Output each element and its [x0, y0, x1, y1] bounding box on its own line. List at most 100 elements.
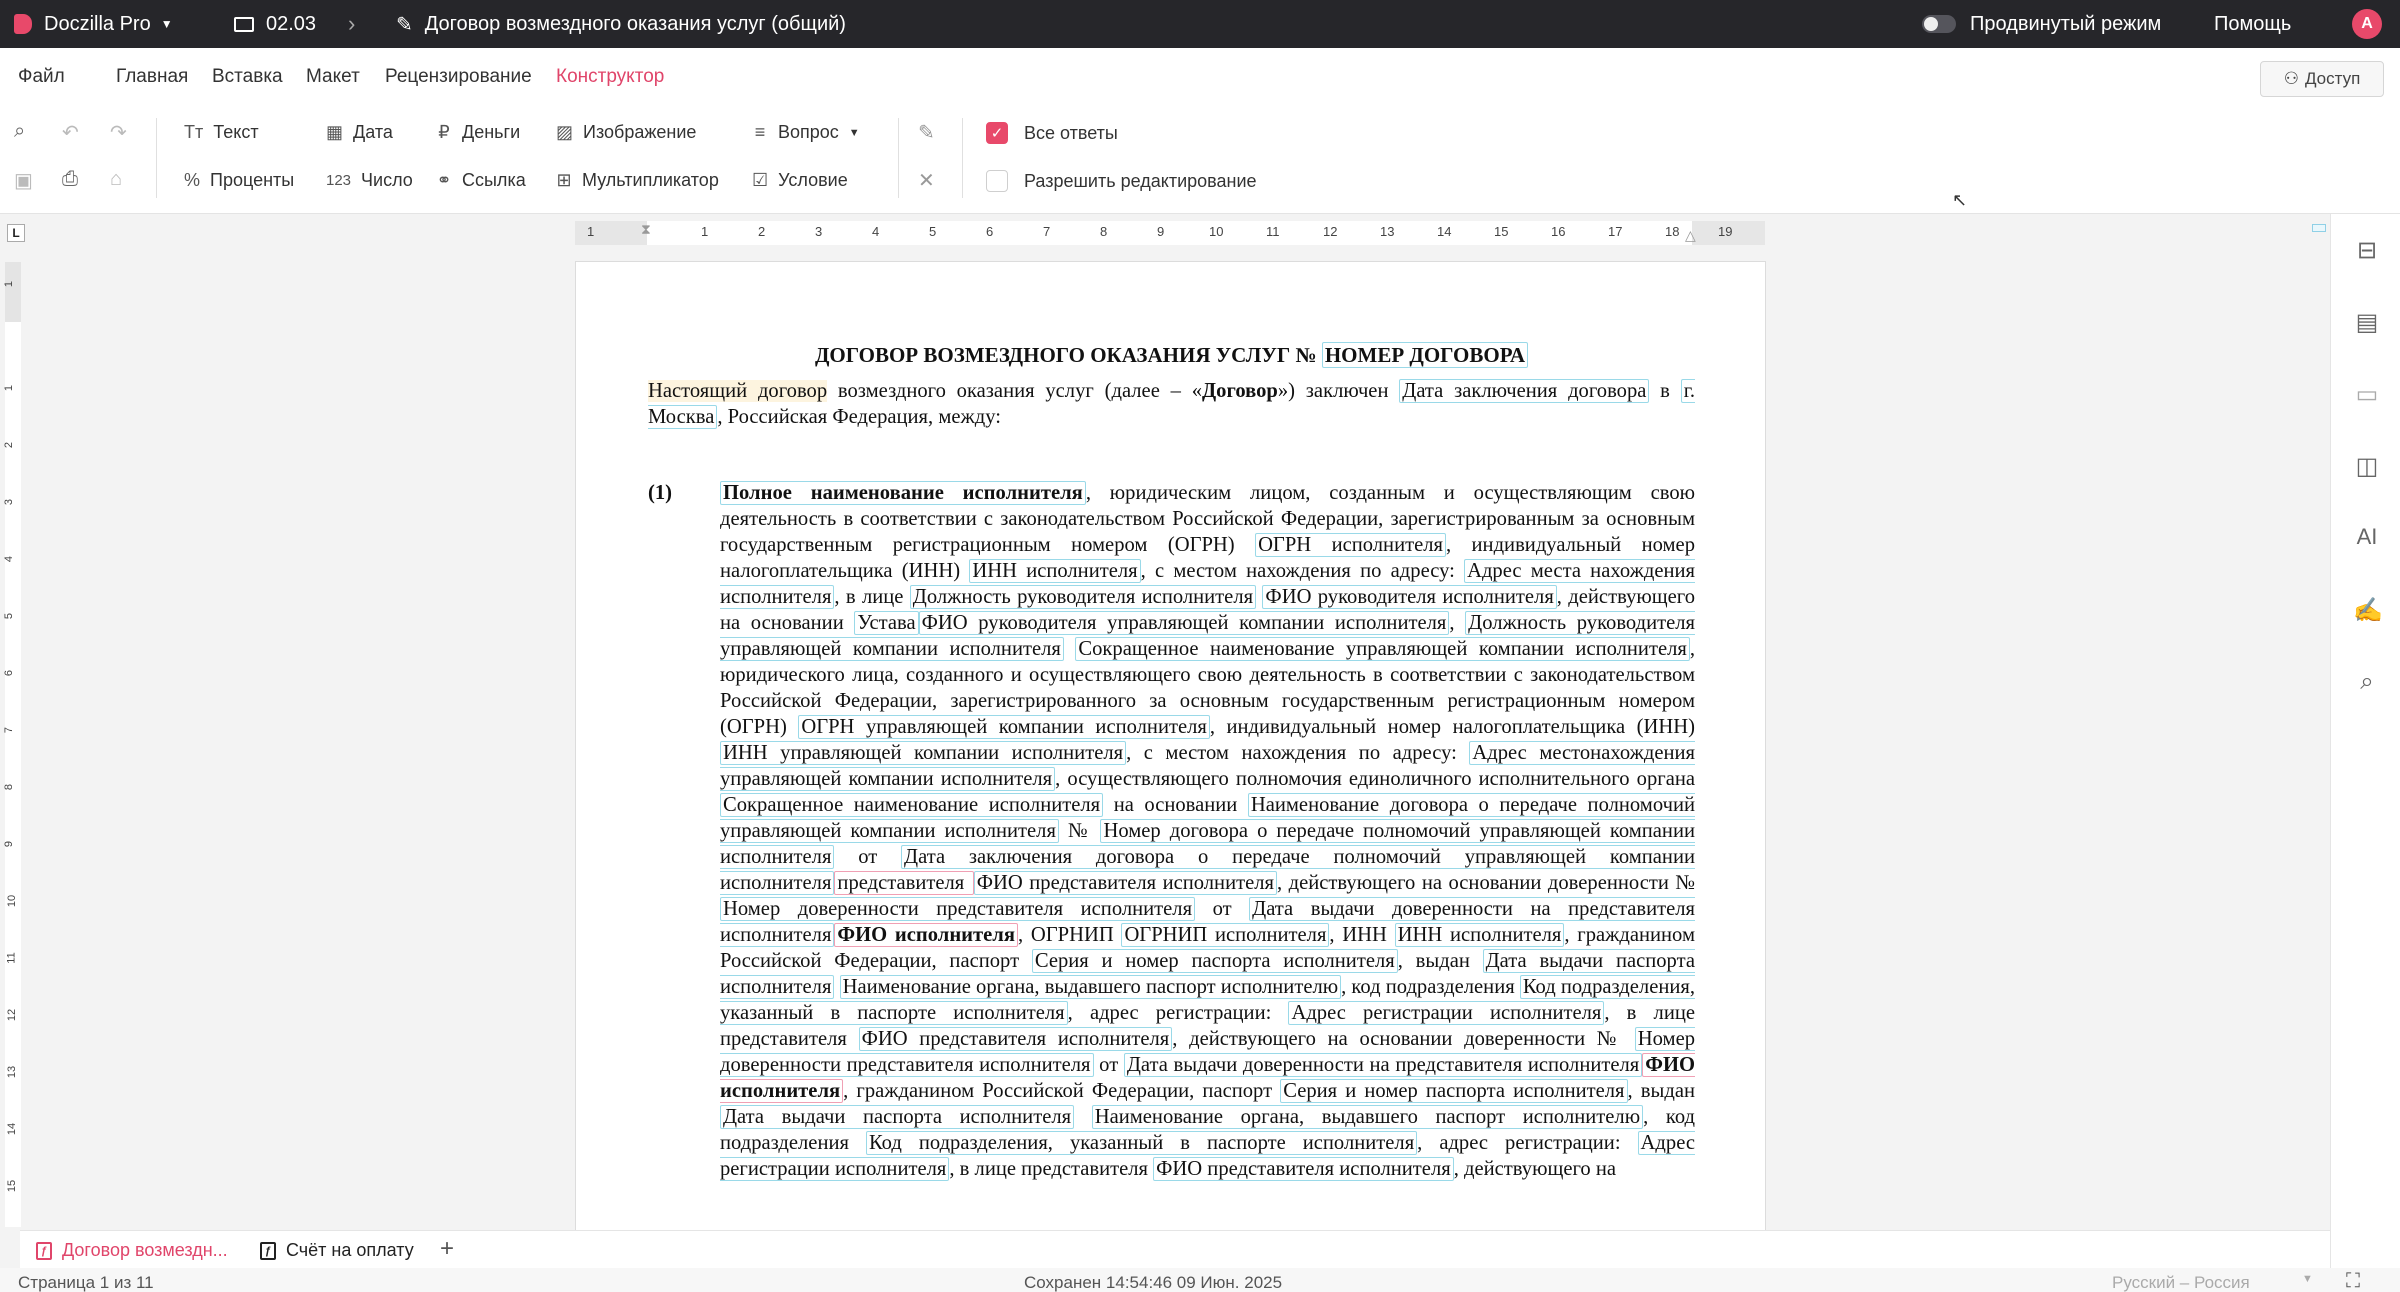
- percent-field-button[interactable]: % Проценты: [184, 170, 294, 191]
- contract-date-field[interactable]: Дата заключения договора: [1399, 379, 1650, 403]
- condition-icon: ☑: [752, 170, 769, 190]
- document-page[interactable]: ДОГОВОР ВОЗМЕЗДНОГО ОКАЗАНИЯ УСЛУГ № НОМ…: [575, 261, 1766, 1231]
- field[interactable]: Наименование органа, выдавшего паспорт и…: [839, 975, 1342, 999]
- field[interactable]: Сокращенное наименование управляющей ком…: [1075, 637, 1690, 661]
- menu-constructor[interactable]: Конструктор: [556, 66, 664, 88]
- text-icon: Tт: [184, 122, 204, 142]
- scrollbar-thumb[interactable]: [2312, 224, 2326, 232]
- add-tab-icon[interactable]: +: [440, 1235, 454, 1263]
- field[interactable]: Дата выдачи паспорта исполнителя: [720, 1105, 1075, 1129]
- chevron-right-icon: ›: [348, 11, 356, 36]
- number-icon: 123: [326, 172, 352, 189]
- ai-icon[interactable]: AI: [2353, 524, 2381, 550]
- field[interactable]: ФИО представителя исполнителя: [973, 871, 1277, 895]
- menu-home[interactable]: Главная: [116, 66, 188, 88]
- search-icon[interactable]: ⌕: [14, 120, 25, 143]
- contract-number-field[interactable]: НОМЕР ДОГОВОРА: [1321, 342, 1529, 368]
- fullscreen-icon[interactable]: ⛶: [2346, 1270, 2360, 1292]
- chevron-down-icon: ▼: [2302, 1273, 2313, 1285]
- menu-layout[interactable]: Макет: [306, 66, 360, 88]
- field[interactable]: ИНН исполнителя: [1394, 923, 1565, 947]
- comment-icon[interactable]: ▭: [2353, 380, 2381, 409]
- field[interactable]: Сокращенное наименование исполнителя: [720, 793, 1104, 817]
- document-icon[interactable]: ▤: [2353, 308, 2381, 337]
- help-link[interactable]: Помощь: [2214, 0, 2291, 48]
- advanced-mode-toggle[interactable]: Продвинутый режим: [1922, 0, 2161, 48]
- field[interactable]: ИНН управляющей компании исполнителя: [720, 741, 1127, 765]
- undo-icon[interactable]: ↶: [62, 120, 79, 145]
- checkbox-empty[interactable]: [986, 170, 1008, 192]
- menu-review[interactable]: Рецензирование: [385, 66, 532, 88]
- check-icon[interactable]: ✓: [986, 122, 1008, 144]
- all-answers-checkbox[interactable]: ✓ Все ответы: [986, 122, 1118, 144]
- field[interactable]: ФИО представителя исполнителя: [1153, 1157, 1454, 1181]
- vertical-ruler[interactable]: 1 1 2 3 4 5 6 7 8 9 10 11 12 13 14 15: [3, 262, 21, 1227]
- field[interactable]: Адрес регистрации исполнителя: [1288, 1001, 1605, 1025]
- condition-button[interactable]: ☑ Условие: [752, 170, 848, 191]
- indent-marker-icon[interactable]: ⧗: [641, 221, 651, 238]
- field[interactable]: Код подразделения, указанный в паспорте …: [865, 1131, 1418, 1155]
- field[interactable]: ОГРНИП исполнителя: [1121, 923, 1330, 947]
- field[interactable]: ИНН исполнителя: [969, 559, 1141, 583]
- ruler-number: 16: [1551, 224, 1566, 239]
- redo-icon[interactable]: ↷: [110, 120, 127, 145]
- field[interactable]: Серия и номер паспорта исполнителя: [1280, 1079, 1628, 1103]
- field[interactable]: ФИО исполнителя: [834, 923, 1018, 947]
- folder-icon: [234, 16, 254, 32]
- book-icon[interactable]: ◫: [2353, 452, 2381, 481]
- user-avatar[interactable]: А: [2352, 0, 2382, 48]
- number-field-button[interactable]: 123 Число: [326, 170, 413, 191]
- field[interactable]: ОГРН исполнителя: [1255, 533, 1446, 557]
- link-field-button[interactable]: ⚭ Ссылка: [436, 170, 525, 191]
- save-icon[interactable]: ▣: [14, 168, 33, 193]
- signature-icon[interactable]: ✍: [2353, 596, 2383, 625]
- image-field-button[interactable]: ▨ Изображение: [556, 122, 696, 143]
- menu-insert[interactable]: Вставка: [212, 66, 283, 88]
- language-selector[interactable]: Русский – Россия: [2112, 1273, 2250, 1292]
- field[interactable]: Наименование органа, выдавшего паспорт и…: [1091, 1105, 1644, 1129]
- folder-name: 02.03: [266, 12, 317, 35]
- allow-editing-label: Разрешить редактирование: [1024, 170, 1257, 191]
- app-switcher[interactable]: Doczilla Pro ▼: [14, 0, 173, 48]
- field[interactable]: Дата выдачи доверенности на представител…: [1123, 1053, 1643, 1077]
- tools-icon[interactable]: ✕: [918, 168, 935, 193]
- condition-field[interactable]: представителя: [834, 871, 974, 895]
- text-field-button[interactable]: Tт Текст: [184, 122, 259, 143]
- menu-file[interactable]: Файл: [18, 66, 65, 88]
- intro-highlight[interactable]: Настоящий договор: [648, 380, 828, 402]
- multiplier-button[interactable]: ⊞ Мультипликатор: [556, 170, 718, 191]
- field[interactable]: Устава: [854, 611, 919, 635]
- horizontal-ruler[interactable]: 1 1 2 3 4 5 6 7 8 9 10 11 12 13 14 15 16…: [575, 221, 1765, 245]
- tab-stop-selector[interactable]: L: [7, 224, 25, 242]
- calendar-icon: ▦: [326, 122, 344, 142]
- question-field-button[interactable]: ≡ Вопрос ▼: [752, 122, 860, 143]
- ruler-number: 3: [3, 498, 16, 506]
- pencil-icon[interactable]: ✎: [918, 120, 935, 145]
- ruler-number: 8: [3, 783, 16, 791]
- field[interactable]: Серия и номер паспорта исполнителя: [1031, 949, 1398, 973]
- access-button[interactable]: ⚇ Доступ: [2260, 61, 2384, 97]
- field[interactable]: Номер доверенности представителя исполни…: [720, 897, 1196, 921]
- field[interactable]: ФИО руководителя исполнителя: [1262, 585, 1557, 609]
- document-search-icon[interactable]: ⌕: [2353, 668, 2381, 696]
- format-painter-icon[interactable]: ⌂: [110, 168, 122, 191]
- toggle-switch[interactable]: [1922, 15, 1956, 33]
- tab-contract[interactable]: ƒ Договор возмездн...: [36, 1240, 228, 1261]
- field[interactable]: ОГРН управляющей компании исполнителя: [798, 715, 1210, 739]
- folder-breadcrumb[interactable]: 02.03: [234, 0, 316, 48]
- money-field-button[interactable]: ₽ Деньги: [436, 122, 520, 143]
- date-label: Дата: [353, 122, 393, 142]
- structure-icon[interactable]: ⊟: [2353, 236, 2381, 265]
- field[interactable]: Полное наименование исполнителя: [720, 481, 1086, 505]
- field[interactable]: ФИО руководителя управляющей компании ис…: [918, 611, 1450, 635]
- document-body[interactable]: ДОГОВОР ВОЗМЕЗДНОГО ОКАЗАНИЯ УСЛУГ № НОМ…: [648, 342, 1696, 1182]
- date-field-button[interactable]: ▦ Дата: [326, 122, 393, 143]
- avatar[interactable]: А: [2352, 9, 2382, 39]
- print-icon[interactable]: ⎙: [62, 168, 78, 191]
- allow-editing-checkbox[interactable]: Разрешить редактирование: [986, 170, 1257, 192]
- right-indent-marker-icon[interactable]: △: [1685, 227, 1696, 244]
- document-title-area[interactable]: ✎ Договор возмездного оказания услуг (об…: [396, 0, 846, 48]
- field[interactable]: Должность руководителя исполнителя: [909, 585, 1257, 609]
- field[interactable]: ФИО представителя исполнителя: [858, 1027, 1173, 1051]
- tab-invoice[interactable]: ƒ Счёт на оплату: [260, 1240, 414, 1261]
